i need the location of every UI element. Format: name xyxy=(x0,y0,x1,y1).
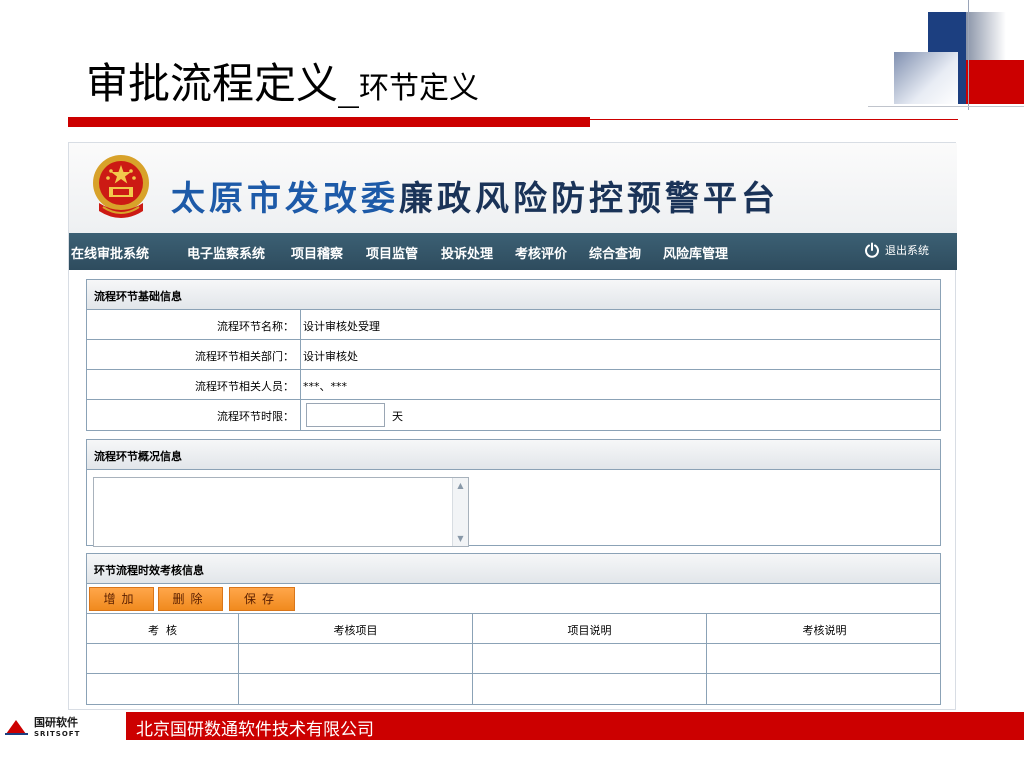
form-row-department: 流程环节相关部门： 设计审核处 xyxy=(87,340,940,370)
step-department-label: 流程环节相关部门： xyxy=(87,340,301,370)
footer-bar: 北京国研数通软件技术有限公司 xyxy=(126,712,1024,740)
table-row[interactable] xyxy=(87,644,940,674)
slide-title-main: 审批流程定义_ xyxy=(86,59,360,108)
table-cell xyxy=(239,674,473,704)
assessment-table: 考 核 考核项目 项目说明 考核说明 xyxy=(87,614,940,704)
step-personnel-value: ***、*** xyxy=(303,380,347,393)
table-row[interactable] xyxy=(87,674,940,704)
assessment-panel: 环节流程时效考核信息 增加 删除 保存 考 核 考核项目 项目说明 考核说明 xyxy=(86,553,941,705)
table-cell xyxy=(87,674,239,704)
table-cell xyxy=(473,674,707,704)
nav-complaint-handling[interactable]: 投诉处理 xyxy=(441,243,493,262)
step-name-label: 流程环节名称： xyxy=(87,310,301,340)
step-name-value: 设计审核处受理 xyxy=(303,320,380,333)
overview-header: 流程环节概况信息 xyxy=(87,440,940,470)
svg-text:SRITSOFT: SRITSOFT xyxy=(34,730,80,738)
slide-footer: 国研软件 SRITSOFT 北京国研数通软件技术有限公司 xyxy=(0,712,1024,740)
table-cell xyxy=(707,644,942,674)
time-limit-label: 流程环节时限： xyxy=(87,400,301,430)
assessment-toolbar: 增加 删除 保存 xyxy=(87,584,940,614)
form-row-time-limit: 流程环节时限： 天 xyxy=(87,400,940,430)
step-department-value: 设计审核处 xyxy=(303,350,358,363)
table-cell xyxy=(473,644,707,674)
save-button[interactable]: 保存 xyxy=(229,587,295,611)
table-cell xyxy=(239,644,473,674)
company-name: 北京国研数通软件技术有限公司 xyxy=(136,720,374,740)
scroll-down-icon[interactable]: ▼ xyxy=(455,533,466,544)
basic-info-panel: 流程环节基础信息 流程环节名称： 设计审核处受理 流程环节相关部门： 设计审核处… xyxy=(86,279,941,431)
svg-text:国研软件: 国研软件 xyxy=(34,715,78,729)
time-limit-unit: 天 xyxy=(392,410,403,423)
add-button[interactable]: 增加 xyxy=(89,587,154,611)
nav-integrated-query[interactable]: 综合查询 xyxy=(589,243,641,262)
scroll-up-icon[interactable]: ▲ xyxy=(455,480,466,491)
nav-e-supervision[interactable]: 电子监察系统 xyxy=(187,243,265,262)
basic-info-header: 流程环节基础信息 xyxy=(87,280,940,310)
table-header-row: 考 核 考核项目 项目说明 考核说明 xyxy=(87,614,940,644)
nav-assessment[interactable]: 考核评价 xyxy=(515,243,567,262)
nav-project-inspection[interactable]: 项目稽察 xyxy=(291,243,343,262)
overview-panel: 流程环节概况信息 ▲ ▼ xyxy=(86,439,941,547)
textarea-scrollbar[interactable]: ▲ ▼ xyxy=(452,478,468,546)
app-banner: 太原市发改委廉政风险防控预警平台 xyxy=(69,143,957,233)
form-row-name: 流程环节名称： 设计审核处受理 xyxy=(87,310,940,340)
step-personnel-label: 流程环节相关人员： xyxy=(87,370,301,400)
app-screenshot: 太原市发改委廉政风险防控预警平台 在线审批系统 电子监察系统 项目稽察 项目监管… xyxy=(68,142,957,710)
slide-title: 审批流程定义_环节定义 xyxy=(86,50,479,111)
column-header: 考 核 xyxy=(87,614,239,644)
main-navbar: 在线审批系统 电子监察系统 项目稽察 项目监管 投诉处理 考核评价 综合查询 风… xyxy=(69,233,957,270)
column-header: 考核说明 xyxy=(802,624,847,637)
title-underline xyxy=(68,117,958,127)
overview-textarea[interactable]: ▲ ▼ xyxy=(93,477,469,547)
nav-online-approval[interactable]: 在线审批系统 xyxy=(71,243,149,262)
form-row-personnel: 流程环节相关人员： ***、*** xyxy=(87,370,940,400)
assessment-header: 环节流程时效考核信息 xyxy=(87,554,940,584)
corner-decoration xyxy=(868,0,1024,115)
time-limit-input[interactable] xyxy=(306,403,385,427)
power-icon xyxy=(865,242,879,258)
table-cell xyxy=(87,644,239,674)
column-header: 项目说明 xyxy=(473,614,707,644)
column-header: 考核项目 xyxy=(239,614,473,644)
logout-label: 退出系统 xyxy=(885,244,929,257)
logout-button[interactable]: 退出系统 xyxy=(864,242,929,258)
nav-project-supervision[interactable]: 项目监管 xyxy=(366,243,418,262)
platform-title: 太原市发改委廉政风险防控预警平台 xyxy=(171,179,779,219)
national-emblem-icon xyxy=(93,155,149,218)
slide-title-sub: 环节定义 xyxy=(359,71,480,106)
nav-risk-library[interactable]: 风险库管理 xyxy=(663,243,728,262)
sritsoft-logo: 国研软件 SRITSOFT xyxy=(5,715,80,738)
delete-button[interactable]: 删除 xyxy=(158,587,223,611)
table-cell xyxy=(707,674,942,704)
